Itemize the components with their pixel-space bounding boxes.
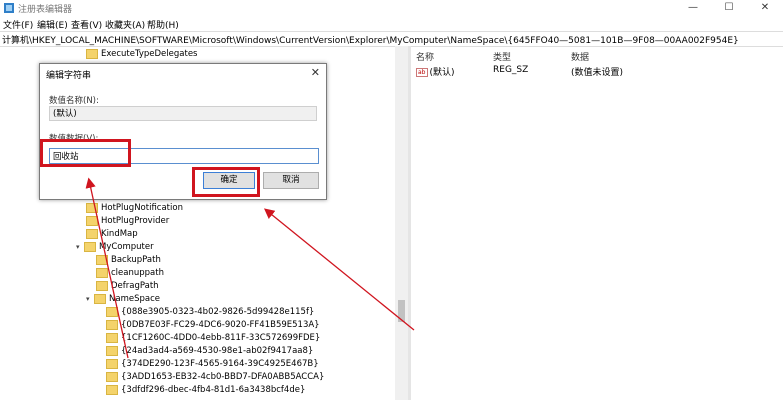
annotation-arrows <box>85 177 415 359</box>
arrow-to-ok-button <box>263 208 415 331</box>
arrow-to-value-input <box>85 177 129 359</box>
